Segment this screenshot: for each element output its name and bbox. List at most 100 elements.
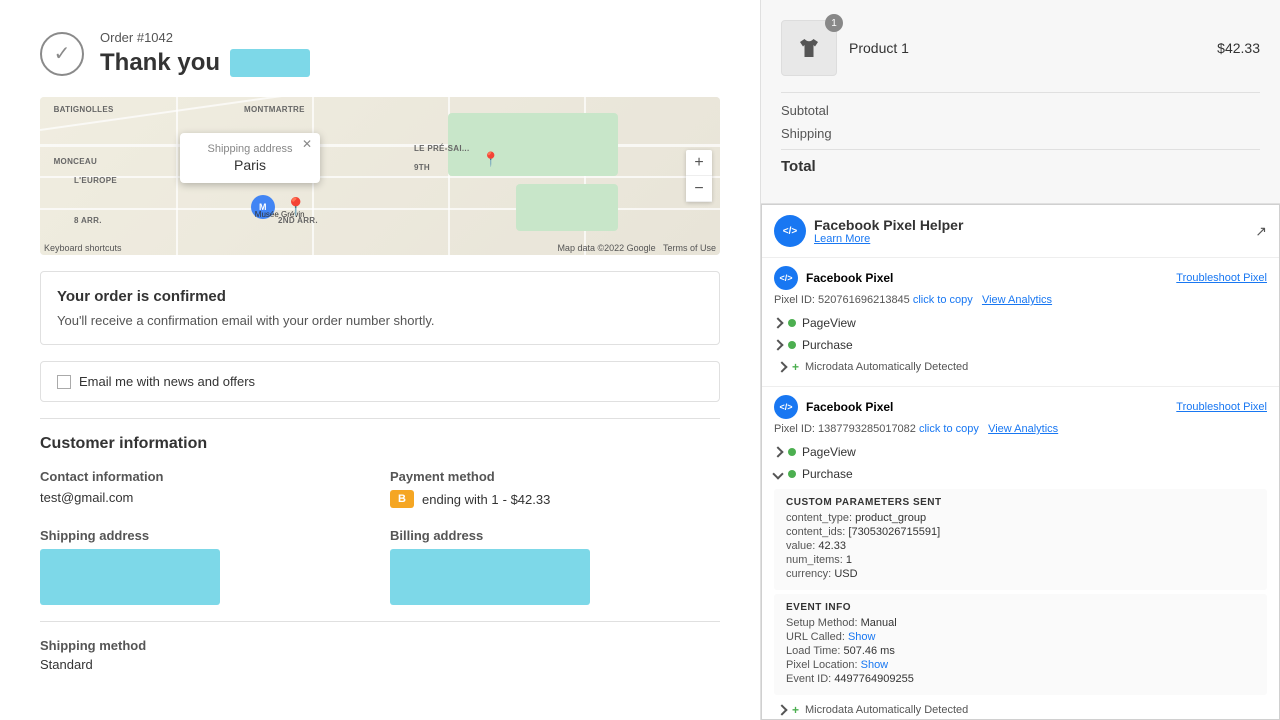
fb-external-link-icon[interactable]: ↗ bbox=[1255, 223, 1267, 240]
map-keyboard: Keyboard shortcuts bbox=[44, 243, 122, 253]
fb-arrow-purchase-2 bbox=[772, 468, 783, 479]
fb-section-2: </> Facebook Pixel Troubleshoot Pixel Pi… bbox=[762, 387, 1279, 720]
fb-arrow-microdata-1 bbox=[776, 361, 787, 372]
fb-view-analytics-1[interactable]: View Analytics bbox=[982, 294, 1052, 306]
payment-text: ending with 1 bbox=[422, 492, 499, 507]
fb-event-pageview-2[interactable]: PageView bbox=[774, 441, 1267, 463]
fb-param-num-items: num_items: 1 bbox=[786, 554, 1255, 566]
fb-pixel-id-label-2: Pixel ID: bbox=[774, 423, 815, 435]
fb-click-copy-2[interactable]: click to copy bbox=[919, 423, 979, 435]
order-confirmed-title: Your order is confirmed bbox=[57, 288, 703, 305]
fb-section2-name: Facebook Pixel bbox=[806, 400, 893, 414]
customer-name-placeholder bbox=[230, 49, 310, 77]
fb-event-purchase-2[interactable]: Purchase bbox=[774, 463, 1267, 485]
fb-section1-links: Troubleshoot Pixel bbox=[1176, 272, 1267, 284]
check-icon: ✓ bbox=[40, 32, 84, 76]
fb-info-url: URL Called: Show bbox=[786, 631, 1255, 643]
subtotal-label: Subtotal bbox=[781, 103, 829, 118]
contact-email: test@gmail.com bbox=[40, 490, 370, 505]
fb-plus-microdata-1: + bbox=[792, 360, 799, 374]
fb-event-name-purchase-1: Purchase bbox=[802, 338, 853, 352]
email-row[interactable]: Email me with news and offers bbox=[40, 361, 720, 402]
fb-pixel-id-val-1: 520761696213845 bbox=[818, 294, 910, 306]
fb-param-content-ids: content_ids: [73053026715591] bbox=[786, 526, 1255, 538]
fb-event-name-pageview-2: PageView bbox=[802, 445, 856, 459]
fb-pixel-id-2: Pixel ID: 1387793285017082 click to copy… bbox=[774, 423, 1267, 435]
fb-icon: </> bbox=[774, 215, 806, 247]
fb-troubleshoot-2[interactable]: Troubleshoot Pixel bbox=[1176, 401, 1267, 413]
fb-learn-more[interactable]: Learn More bbox=[814, 233, 963, 245]
fb-dot-pageview-2 bbox=[788, 448, 796, 456]
fb-arrow-purchase-1 bbox=[772, 339, 783, 350]
fb-microdata-2: + Microdata Automatically Detected bbox=[774, 699, 1267, 720]
fb-section1-icon: </> bbox=[774, 266, 798, 290]
map-label-europe: L'EUROPE bbox=[74, 176, 117, 185]
fb-url-show[interactable]: Show bbox=[848, 631, 876, 643]
fb-custom-params: CUSTOM PARAMETERS SENT content_type: pro… bbox=[774, 489, 1267, 590]
fb-param-currency: currency: USD bbox=[786, 568, 1255, 580]
fb-info-setup: Setup Method: Manual bbox=[786, 617, 1255, 629]
email-label: Email me with news and offers bbox=[79, 374, 255, 389]
main-content: ✓ Order #1042 Thank you MONTMARTRE bbox=[0, 0, 760, 720]
email-checkbox[interactable] bbox=[57, 375, 71, 389]
fb-microdata-text-2: Microdata Automatically Detected bbox=[805, 704, 968, 716]
fb-pixel-id-val-2: 1387793285017082 bbox=[818, 423, 916, 435]
total-label: Total bbox=[781, 158, 816, 175]
location-pin: 📍 bbox=[285, 198, 307, 216]
thank-you-text: Thank you bbox=[100, 49, 220, 77]
subtotal-row: Subtotal bbox=[781, 103, 1260, 118]
payment-amount: - $42.33 bbox=[503, 492, 551, 507]
fb-dot-purchase-2 bbox=[788, 470, 796, 478]
order-number: Order #1042 bbox=[100, 30, 310, 45]
shipping-address-label: Shipping address bbox=[40, 528, 370, 543]
fb-section2-links: Troubleshoot Pixel bbox=[1176, 401, 1267, 413]
zoom-in-btn[interactable]: + bbox=[686, 150, 712, 176]
fb-title: Facebook Pixel Helper bbox=[814, 217, 963, 233]
fb-arrow-pageview-2 bbox=[772, 446, 783, 457]
right-panel: 1 Product 1 $42.33 Subtotal Shipping Tot… bbox=[760, 0, 1280, 720]
fb-microdata-1: + Microdata Automatically Detected bbox=[774, 356, 1267, 378]
total-row: Total bbox=[781, 149, 1260, 175]
product-name: Product 1 bbox=[849, 40, 1205, 56]
order-confirmed-box: Your order is confirmed You'll receive a… bbox=[40, 271, 720, 345]
billing-address-label: Billing address bbox=[390, 528, 720, 543]
product-price: $42.33 bbox=[1217, 40, 1260, 56]
fb-troubleshoot-1[interactable]: Troubleshoot Pixel bbox=[1176, 272, 1267, 284]
billing-address-block: Billing address bbox=[390, 528, 720, 605]
fb-param-content-type: content_type: product_group bbox=[786, 512, 1255, 524]
map-attribution: Map data ©2022 Google Terms of Use bbox=[557, 243, 716, 253]
billing-address-placeholder bbox=[390, 549, 590, 605]
fb-arrow-microdata-2 bbox=[776, 704, 787, 715]
customer-section-title: Customer information bbox=[40, 418, 720, 453]
map-label-9th: 9TH bbox=[414, 163, 430, 172]
fb-dot-pageview-1 bbox=[788, 319, 796, 327]
map-close-btn[interactable]: ✕ bbox=[302, 137, 312, 151]
fb-param-value: value: 42.33 bbox=[786, 540, 1255, 552]
zoom-out-btn[interactable]: − bbox=[686, 176, 712, 202]
product-tshirt-icon bbox=[794, 33, 824, 63]
order-header: ✓ Order #1042 Thank you bbox=[40, 20, 720, 77]
green-pin: 📍 bbox=[482, 152, 499, 166]
fb-event-info-title: EVENT INFO bbox=[786, 602, 1255, 613]
fb-dot-purchase-1 bbox=[788, 341, 796, 349]
fb-pixel-location-show[interactable]: Show bbox=[861, 659, 889, 671]
fb-click-copy-1[interactable]: click to copy bbox=[913, 294, 973, 306]
map-label-batignolles: BATIGNOLLES bbox=[54, 105, 114, 114]
fb-custom-params-title: CUSTOM PARAMETERS SENT bbox=[786, 497, 1255, 508]
map-label-8arr: 8 ARR. bbox=[74, 216, 102, 225]
fb-section1-header: </> Facebook Pixel Troubleshoot Pixel bbox=[774, 266, 1267, 290]
shipping-row: Shipping bbox=[781, 126, 1260, 141]
fb-event-pageview-1[interactable]: PageView bbox=[774, 312, 1267, 334]
shipping-label: Shipping bbox=[781, 126, 832, 141]
fb-event-purchase-1[interactable]: Purchase bbox=[774, 334, 1267, 356]
fb-view-analytics-2[interactable]: View Analytics bbox=[988, 423, 1058, 435]
map-overlay: ✕ Shipping address Paris bbox=[180, 133, 320, 183]
map-container[interactable]: MONTMARTRE BATIGNOLLES Monceau L'EUROPE … bbox=[40, 97, 720, 255]
fb-event-name-pageview-1: PageView bbox=[802, 316, 856, 330]
shipping-address-placeholder bbox=[40, 549, 220, 605]
customer-info: Customer information Contact information… bbox=[40, 418, 720, 672]
fb-microdata-text-1: Microdata Automatically Detected bbox=[805, 361, 968, 373]
fb-event-name-purchase-2: Purchase bbox=[802, 467, 853, 481]
shipping-method-label: Shipping method bbox=[40, 638, 720, 653]
fb-section2-header: </> Facebook Pixel Troubleshoot Pixel bbox=[774, 395, 1267, 419]
